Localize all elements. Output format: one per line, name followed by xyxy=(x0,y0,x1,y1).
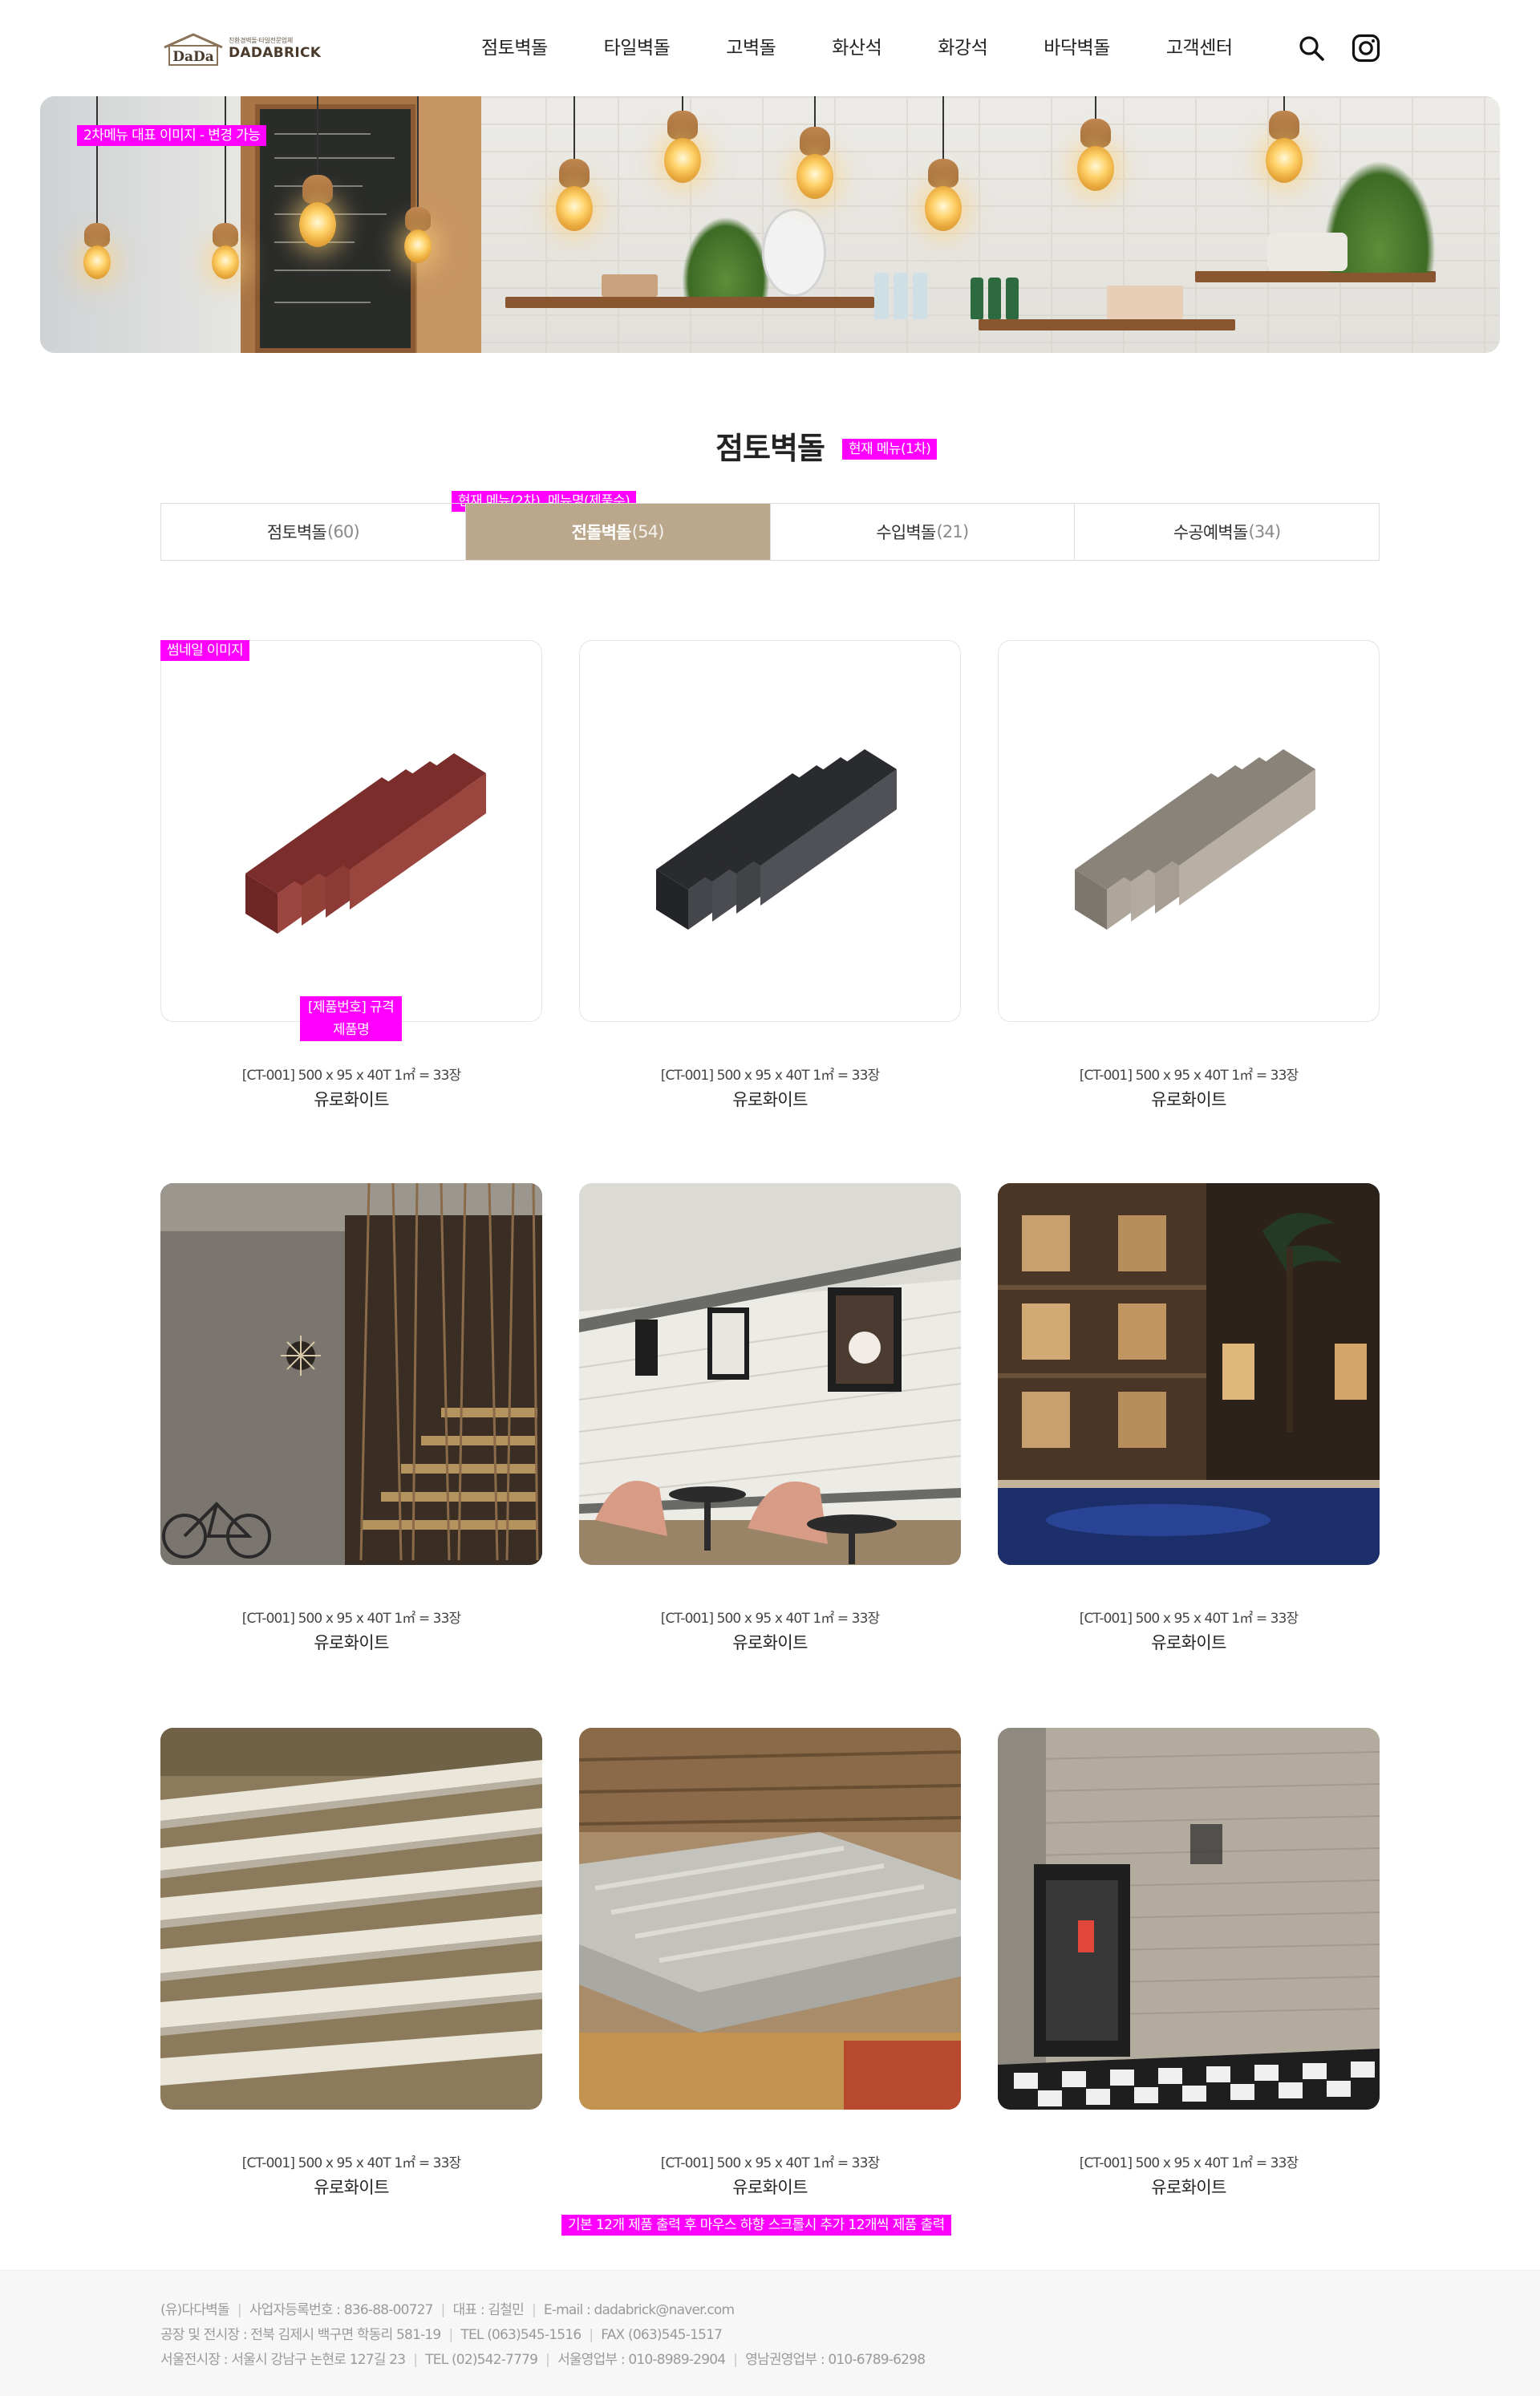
storefront-photo xyxy=(998,1728,1380,2110)
product-name: 유로화이트 xyxy=(314,1090,389,1109)
tab-count: (54) xyxy=(631,522,665,541)
footer-line-2: 공장 및 전시장 : 전북 김제시 백구면 학동리 581-19 | TEL (06… xyxy=(160,2327,723,2343)
product-name: 유로화이트 xyxy=(314,2178,389,2197)
gray-brick-bundle-image xyxy=(1075,749,1315,930)
seoul-sales: 서울영업부 : 010-8989-2904 xyxy=(557,2352,726,2368)
product-name: 유로화이트 xyxy=(314,1633,389,1652)
site-logo[interactable]: DaDa 친환경벽돌·타일전문업체 DADABRICK xyxy=(163,30,321,67)
product-spec: [CT-001] 500 x 95 x 40T 1㎡ = 33장 xyxy=(660,2155,880,2171)
info-annotation-tag: [제품번호] 규격 제품명 xyxy=(300,996,403,1041)
product-spec: [CT-001] 500 x 95 x 40T 1㎡ = 33장 xyxy=(1079,1611,1299,1627)
product-spec: [CT-001] 500 x 95 x 40T 1㎡ = 33장 xyxy=(241,1611,461,1627)
product-spec: [CT-001] 500 x 95 x 40T 1㎡ = 33장 xyxy=(241,2155,461,2171)
tab-label: 전돌벽돌 xyxy=(571,523,632,542)
yeongnam-sales: 영남권영업부 : 010-6789-6298 xyxy=(745,2352,926,2368)
factory-tel: TEL (063)545-1516 xyxy=(460,2327,582,2343)
product-thumbnail[interactable] xyxy=(579,1183,961,1565)
product-name: 유로화이트 xyxy=(1151,1090,1226,1109)
thumbnail-annotation-tag: 썸네일 이미지 xyxy=(160,640,250,661)
product-thumbnail[interactable] xyxy=(579,1728,961,2110)
email-address: E-mail : dadabrick@naver.com xyxy=(543,2302,735,2318)
tab-clay-brick[interactable]: 점토벽돌 (60) xyxy=(161,504,465,560)
product-spec: [CT-001] 500 x 95 x 40T 1㎡ = 33장 xyxy=(241,1068,461,1084)
company-name: (유)다다벽돌 xyxy=(160,2302,230,2318)
nav-customer-center[interactable]: 고객센터 xyxy=(1166,32,1233,64)
instagram-icon xyxy=(1352,34,1380,63)
product-spec: [CT-001] 500 x 95 x 40T 1㎡ = 33장 xyxy=(660,1611,880,1627)
instagram-button[interactable] xyxy=(1350,32,1382,64)
nav-clay-brick[interactable]: 점토벽돌 xyxy=(481,32,548,64)
product-thumbnail[interactable] xyxy=(160,640,542,1022)
product-spec: [CT-001] 500 x 95 x 40T 1㎡ = 33장 xyxy=(1079,1068,1299,1084)
tab-label: 수입벽돌 xyxy=(876,523,936,542)
logo-letters: DaDa xyxy=(172,49,214,65)
product-thumbnail[interactable] xyxy=(998,1728,1380,2110)
tab-count: (21) xyxy=(936,522,969,541)
title-annotation-tag: 현재 메뉴(1차) xyxy=(842,439,938,460)
nav-granite[interactable]: 화강석 xyxy=(938,32,987,64)
seoul-showroom-address: 서울전시장 : 서울시 강남구 논현로 127길 23 xyxy=(160,2352,406,2368)
logo-tagline: 친환경벽돌·타일전문업체 xyxy=(229,37,293,44)
warehouse-stacks-photo xyxy=(579,1728,961,2110)
tab-count: (34) xyxy=(1248,522,1281,541)
nav-volcanic-stone[interactable]: 화산석 xyxy=(832,32,881,64)
product-thumbnail[interactable] xyxy=(579,640,961,1022)
product-name: 유로화이트 xyxy=(732,2178,808,2197)
ceo-name: 대표 : 김철민 xyxy=(452,2302,525,2318)
nav-tile-brick[interactable]: 타일벽돌 xyxy=(604,32,671,64)
product-name: 유로화이트 xyxy=(1151,1633,1226,1652)
tab-count: (60) xyxy=(326,522,360,541)
pool-building-photo xyxy=(998,1183,1380,1565)
category-tabs: 점토벽돌 (60) 전돌벽돌 (54) 수입벽돌 (21) 수공예벽돌 (34) xyxy=(160,503,1380,561)
tab-label: 수공예벽돌 xyxy=(1173,523,1248,542)
seoul-tel: TEL (02)542-7779 xyxy=(425,2352,538,2368)
footer-company-info: (유)다다벽돌 | 사업자등록번호 : 836-88-00727 | 대표 : 김철민 |… xyxy=(160,2298,926,2373)
site-footer: (유)다다벽돌 | 사업자등록번호 : 836-88-00727 | 대표 : 김철민 |… xyxy=(0,2270,1540,2396)
cafe-wall-photo xyxy=(579,1183,961,1565)
factory-address: 공장 및 전시장 : 전북 김제시 백구면 학동리 581-19 xyxy=(160,2327,441,2343)
nav-old-brick[interactable]: 고벽돌 xyxy=(726,32,776,64)
main-nav: 점토벽돌 타일벽돌 고벽돌 화산석 화강석 바닥벽돌 고객센터 xyxy=(457,32,1233,64)
red-brick-bundle-image xyxy=(245,753,486,934)
logo-brand: DADABRICK xyxy=(229,45,322,61)
nav-floor-brick[interactable]: 바닥벽돌 xyxy=(1044,32,1110,64)
product-thumbnail[interactable] xyxy=(998,640,1380,1022)
logo-house-icon: DaDa xyxy=(163,31,224,67)
tab-handcraft-brick[interactable]: 수공예벽돌 (34) xyxy=(1074,504,1379,560)
product-name: 유로화이트 xyxy=(1151,2178,1226,2197)
hero-banner-image: 2차메뉴 대표 이미지 - 변경 가능 xyxy=(40,96,1500,353)
tab-imported-brick[interactable]: 수입벽돌 (21) xyxy=(769,504,1075,560)
product-thumbnail[interactable] xyxy=(160,1728,542,2110)
product-name: 유로화이트 xyxy=(732,1090,808,1109)
load-more-annotation-tag: 기본 12개 제품 출력 후 마우스 하향 스크롤시 추가 12개씩 제품 출력 xyxy=(561,2215,951,2236)
stair-wall-photo xyxy=(160,1183,542,1565)
black-brick-bundle-image xyxy=(656,749,897,930)
product-spec: [CT-001] 500 x 95 x 40T 1㎡ = 33장 xyxy=(1079,2155,1299,2171)
tab-label: 점토벽돌 xyxy=(266,523,327,542)
page-title: 점토벽돌 xyxy=(715,431,825,466)
search-icon xyxy=(1299,36,1324,61)
factory-fax: FAX (063)545-1517 xyxy=(601,2327,723,2343)
site-header: DaDa 친환경벽돌·타일전문업체 DADABRICK 점토벽돌 타일벽돌 고벽… xyxy=(0,0,1540,96)
stacked-slats-photo xyxy=(160,1728,542,2110)
hero-annotation-tag: 2차메뉴 대표 이미지 - 변경 가능 xyxy=(77,125,267,146)
product-name: 유로화이트 xyxy=(732,1633,808,1652)
footer-line-3: 서울전시장 : 서울시 강남구 논현로 127길 23 | TEL (02)542-… xyxy=(160,2352,926,2368)
business-number: 사업자등록번호 : 836-88-00727 xyxy=(249,2302,434,2318)
product-spec: [CT-001] 500 x 95 x 40T 1㎡ = 33장 xyxy=(660,1068,880,1084)
product-thumbnail[interactable] xyxy=(998,1183,1380,1565)
product-thumbnail[interactable] xyxy=(160,1183,542,1565)
search-button[interactable] xyxy=(1295,32,1327,64)
tab-paving-brick[interactable]: 전돌벽돌 (54) xyxy=(464,504,770,560)
footer-line-1: (유)다다벽돌 | 사업자등록번호 : 836-88-00727 | 대표 : 김철민 |… xyxy=(160,2302,735,2318)
